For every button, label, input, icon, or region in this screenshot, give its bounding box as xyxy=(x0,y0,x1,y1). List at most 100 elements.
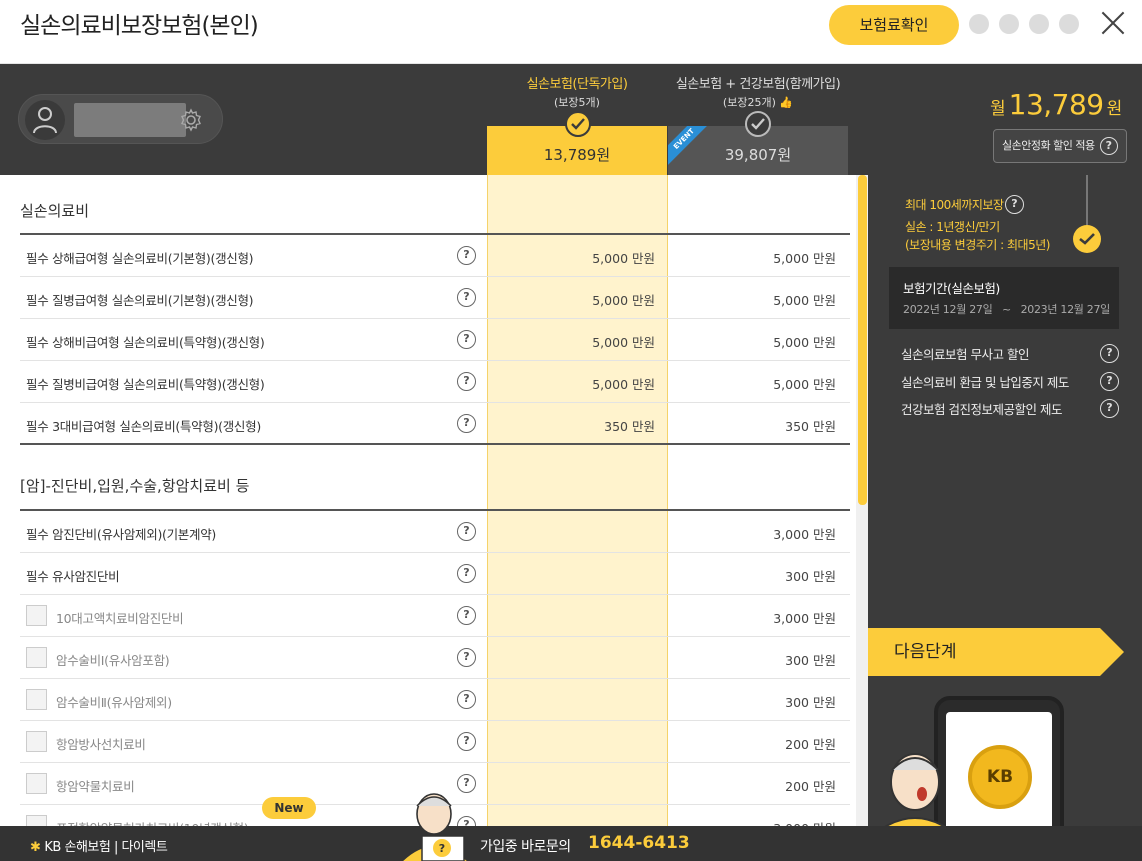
coverage-row[interactable]: 필수 질병급여형 실손의료비(기본형)(갱신형)? 5,000 만원 5,000 만… xyxy=(20,277,850,319)
plan1-label[interactable]: 실손보험(단독가입) xyxy=(487,73,667,92)
insurance-window: 실손의료비보장보험(본인) 보험료확인 실손보험(단독가입) (보장5개) 실손… xyxy=(0,0,1142,861)
plan2-check-icon[interactable] xyxy=(745,111,771,137)
help-icon[interactable]: ? xyxy=(1100,372,1119,391)
help-mark-text: ? xyxy=(439,842,445,855)
kb-coin-icon: KB xyxy=(968,745,1032,809)
coverage-label: 필수 상해급여형 실손의료비(기본형)(갱신형) xyxy=(26,251,254,266)
help-icon[interactable]: ? xyxy=(457,732,476,751)
side-link-no-claim-discount[interactable]: 실손의료보험 무사고 할인 xyxy=(901,344,1029,363)
help-icon[interactable]: ? xyxy=(457,690,476,709)
calc-premium-button[interactable]: 보험료확인 xyxy=(829,5,959,45)
plan2-coverage-count: (보장25개) 👍 xyxy=(722,96,794,109)
coverage-label: 필수 암진단비(유사암제외)(기본계약) xyxy=(26,527,216,542)
help-icon[interactable]: ? xyxy=(457,648,476,667)
side-link-refund-suspend[interactable]: 실손의료비 환급 및 납입중지 제도 xyxy=(901,372,1069,391)
plan1-amount: 5,000 만원 xyxy=(592,335,655,350)
help-icon[interactable]: ? xyxy=(1100,344,1119,363)
section-title: 실손의료비 xyxy=(20,202,90,220)
plan2-amount: 5,000 만원 xyxy=(773,335,836,350)
coverage-row[interactable]: 필수 유사암진단비? 300 만원 xyxy=(20,553,850,595)
page-title: 실손의료비보장보험(본인) xyxy=(20,13,259,39)
header-bar: 실손의료비보장보험(본인) 보험료확인 xyxy=(0,0,1142,64)
plan2-amount: 5,000 만원 xyxy=(773,293,836,308)
coverage-checkbox[interactable] xyxy=(26,647,47,668)
next-step-button[interactable]: 다음단계 xyxy=(868,628,1124,676)
coverage-row[interactable]: 암수술비Ⅰ(유사암포함)? 300 만원 xyxy=(20,637,850,679)
coverage-label: 항암방사선치료비 xyxy=(56,737,146,752)
help-icon[interactable]: ? xyxy=(457,330,476,349)
plan1-check-icon[interactable] xyxy=(565,111,591,137)
help-icon[interactable]: ? xyxy=(1005,195,1024,214)
kb-logo-mark: ✱ xyxy=(30,840,41,855)
help-icon[interactable]: ? xyxy=(457,522,476,541)
coverage-checkbox[interactable] xyxy=(26,773,47,794)
coverage-checkbox[interactable] xyxy=(26,815,47,826)
step-dot-1 xyxy=(969,14,989,34)
contact-phone-number[interactable]: 1644-6413 xyxy=(588,833,690,853)
contact-label: 가입중 바로문의 xyxy=(480,839,571,855)
plan1-amount: 5,000 만원 xyxy=(592,251,655,266)
plan2-amount: 300 만원 xyxy=(785,569,836,584)
coverage-label: 표적항암약물허가치료비(10년갱신형) xyxy=(56,818,249,826)
footer-bar: ✱ KB 손해보험 | 다이렉트 가입중 바로문의 1644-6413 xyxy=(0,826,1142,861)
coverage-row[interactable]: 필수 3대비급여형 실손의료비(특약형)(갱신형)? 350 만원 350 만원 xyxy=(20,403,850,445)
user-icon xyxy=(33,107,57,134)
coverage-checkbox[interactable] xyxy=(26,731,47,752)
help-icon[interactable]: ? xyxy=(457,288,476,307)
discount-applied-button[interactable]: 실손안정화 할인 적용? xyxy=(993,129,1127,163)
change-cycle-text: (보장내용 변경주기 : 최대5년) xyxy=(905,238,1050,252)
plan2-amount: 5,000 만원 xyxy=(773,377,836,392)
help-icon[interactable]: ? xyxy=(457,564,476,583)
coverage-label: 필수 질병비급여형 실손의료비(특약형)(갱신형) xyxy=(26,377,265,392)
coverage-row[interactable]: 암수술비Ⅱ(유사암제외)? 300 만원 xyxy=(20,679,850,721)
total-prefix: 월 xyxy=(990,99,1006,119)
step-dot-4 xyxy=(1059,14,1079,34)
period-dates: 2022년 12월 27일 ~ 2023년 12월 27일 xyxy=(903,303,1111,316)
help-icon[interactable]: ? xyxy=(1100,399,1119,418)
coverage-checkbox[interactable] xyxy=(26,605,47,626)
help-icon[interactable]: ? xyxy=(457,606,476,625)
coverage-label: 암수술비Ⅰ(유사암포함) xyxy=(56,653,170,668)
renew-text: 실손 : 1년갱신/만기 xyxy=(905,220,1000,234)
total-amount: 13,789 xyxy=(1008,88,1104,121)
coverage-row[interactable]: 필수 질병비급여형 실손의료비(특약형)(갱신형)? 5,000 만원 5,000 … xyxy=(20,361,850,403)
new-badge: New xyxy=(262,797,316,819)
discount-label: 실손안정화 할인 적용 xyxy=(1002,139,1095,152)
plan1-amount: 350 만원 xyxy=(604,419,655,434)
plan1-coverage-count: (보장5개) xyxy=(554,96,600,109)
coverage-row[interactable]: 필수 상해급여형 실손의료비(기본형)(갱신형)? 5,000 만원 5,000 만… xyxy=(20,235,850,277)
plan2-amount: 3,000 만원 xyxy=(773,611,836,626)
coverage-label: 필수 상해비급여형 실손의료비(특약형)(갱신형) xyxy=(26,335,265,350)
coverage-row[interactable]: 항암방사선치료비? 200 만원 xyxy=(20,721,850,763)
event-badge: EVENT xyxy=(668,126,711,166)
coverage-row[interactable]: 필수 암진단비(유사암제외)(기본계약)? 3,000 만원 xyxy=(20,511,850,553)
plan2-amount: 350 만원 xyxy=(785,419,836,434)
gear-icon[interactable] xyxy=(179,108,203,136)
profile-pill[interactable] xyxy=(18,94,223,144)
coverage-row[interactable]: 필수 상해비급여형 실손의료비(특약형)(갱신형)? 5,000 만원 5,000 … xyxy=(20,319,850,361)
side-link-health-checkup-discount[interactable]: 건강보험 검진정보제공할인 제도 xyxy=(901,399,1062,418)
masked-user-name xyxy=(74,103,186,137)
coverage-label: 10대고액치료비암진단비 xyxy=(56,611,184,626)
plan2-label[interactable]: 실손보험 + 건강보험(함께가입) xyxy=(668,73,848,92)
thumbs-up-icon: 👍 xyxy=(779,96,794,109)
scroll-thumb[interactable] xyxy=(858,175,867,505)
coverage-row[interactable]: 10대고액치료비암진단비? 3,000 만원 xyxy=(20,595,850,637)
summary-panel: 최대 100세까지보장 ? 실손 : 1년갱신/만기 (보장내용 변경주기 : … xyxy=(868,175,1142,826)
help-mascot-illustration[interactable]: ? xyxy=(398,790,478,861)
step-dot-3 xyxy=(1029,14,1049,34)
scrollbar[interactable] xyxy=(856,175,868,826)
plan2-amount: 5,000 만원 xyxy=(773,251,836,266)
coverage-checkbox[interactable] xyxy=(26,689,47,710)
coverage-label: 항암약물치료비 xyxy=(56,779,135,794)
step-dot-2 xyxy=(999,14,1019,34)
max-age-text: 최대 100세까지보장 xyxy=(905,198,1004,212)
plan2-amount: 200 만원 xyxy=(785,779,836,794)
kb-logo: ✱ KB 손해보험 | 다이렉트 xyxy=(30,840,168,855)
help-icon[interactable]: ? xyxy=(457,246,476,265)
help-icon[interactable]: ? xyxy=(457,372,476,391)
help-icon[interactable]: ? xyxy=(457,414,476,433)
help-icon[interactable]: ? xyxy=(1099,137,1118,155)
close-icon[interactable] xyxy=(1100,10,1126,36)
plan2-amount: 200 만원 xyxy=(785,737,836,752)
